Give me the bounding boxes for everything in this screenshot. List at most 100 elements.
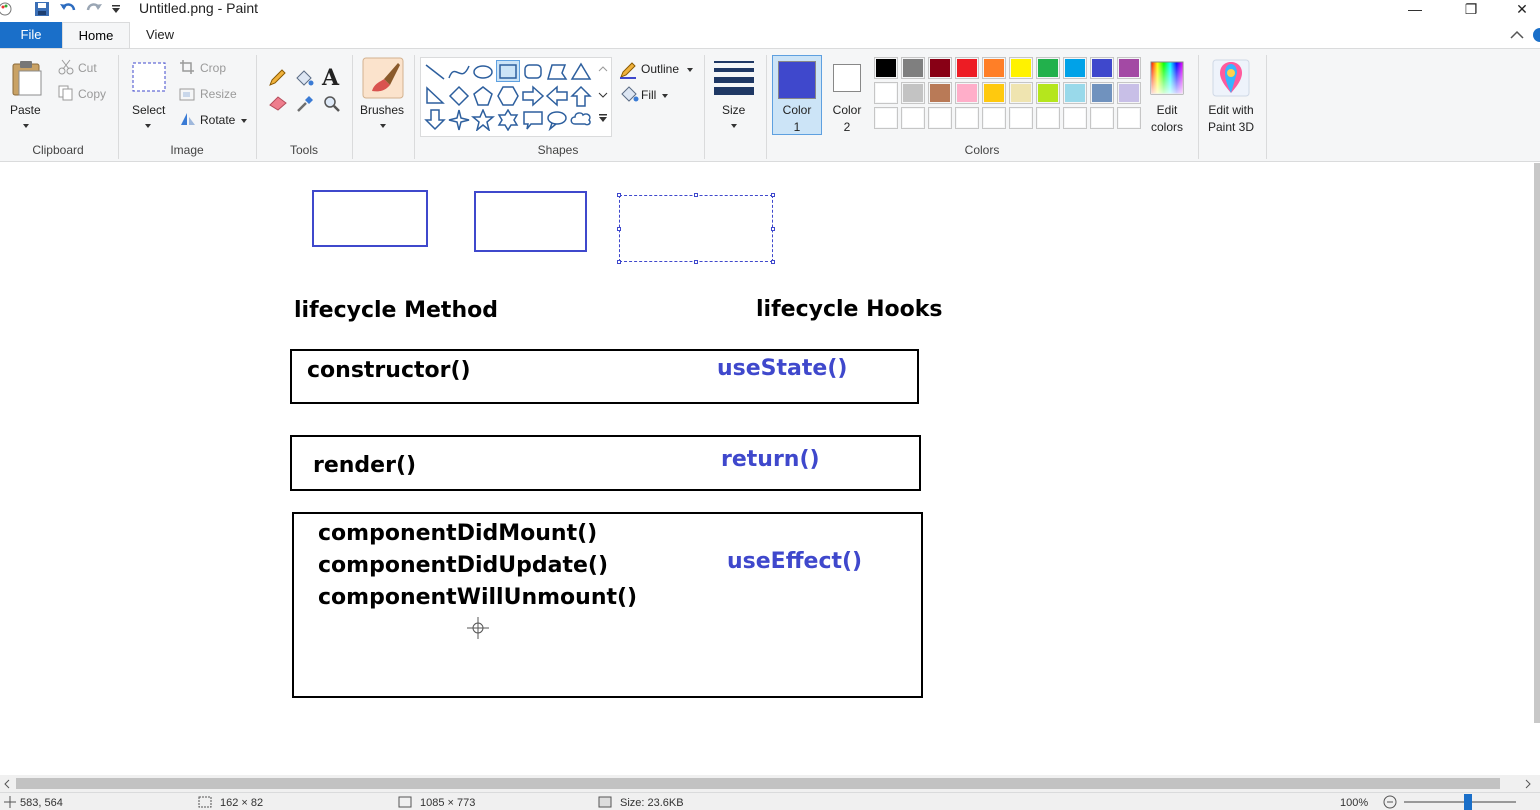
scroll-right-icon[interactable] bbox=[1524, 779, 1532, 789]
six-point-star-shape-icon[interactable] bbox=[496, 109, 520, 131]
redo-icon[interactable] bbox=[85, 1, 103, 17]
palette-swatch[interactable] bbox=[901, 57, 925, 79]
edit-colors-icon[interactable] bbox=[1150, 61, 1184, 95]
palette-swatch[interactable] bbox=[901, 82, 925, 104]
palette-swatch[interactable] bbox=[1117, 82, 1141, 104]
brushes-icon[interactable] bbox=[362, 57, 404, 99]
palette-swatch[interactable] bbox=[982, 107, 1006, 129]
fill-label[interactable]: Fill bbox=[641, 88, 656, 102]
zoom-out-icon[interactable] bbox=[1383, 795, 1397, 809]
right-arrow-shape-icon[interactable] bbox=[521, 85, 545, 107]
left-arrow-shape-icon[interactable] bbox=[545, 85, 569, 107]
undo-icon[interactable] bbox=[59, 1, 77, 17]
four-point-star-shape-icon[interactable] bbox=[447, 109, 471, 131]
palette-swatch[interactable] bbox=[928, 82, 952, 104]
selection-handle[interactable] bbox=[771, 227, 775, 231]
palette-swatch[interactable] bbox=[982, 57, 1006, 79]
pentagon-shape-icon[interactable] bbox=[471, 85, 495, 107]
crop-icon[interactable] bbox=[179, 59, 195, 75]
palette-swatch[interactable] bbox=[1036, 82, 1060, 104]
diamond-shape-icon[interactable] bbox=[447, 85, 471, 107]
curve-shape-icon[interactable] bbox=[447, 61, 471, 83]
horizontal-scrollbar[interactable] bbox=[0, 775, 1540, 792]
edit-colors-label-line1[interactable]: Edit bbox=[1140, 103, 1194, 117]
selection-handle[interactable] bbox=[617, 227, 621, 231]
palette-swatch[interactable] bbox=[928, 57, 952, 79]
cut-label[interactable]: Cut bbox=[78, 61, 97, 75]
zoom-slider-thumb[interactable] bbox=[1464, 794, 1472, 810]
collapse-ribbon-icon[interactable] bbox=[1510, 30, 1524, 40]
paste-dropdown-icon[interactable] bbox=[22, 123, 30, 129]
pencil-icon[interactable] bbox=[268, 69, 286, 87]
palette-swatch[interactable] bbox=[1117, 107, 1141, 129]
outline-dropdown-icon[interactable] bbox=[686, 67, 694, 73]
rounded-rectangle-shape-icon[interactable] bbox=[521, 61, 545, 83]
cut-icon[interactable] bbox=[58, 59, 74, 75]
selection-handle[interactable] bbox=[771, 193, 775, 197]
rotate-label[interactable]: Rotate bbox=[200, 113, 235, 127]
select-label[interactable]: Select bbox=[132, 103, 165, 117]
zoom-slider-track[interactable] bbox=[1404, 801, 1516, 803]
palette-swatch[interactable] bbox=[874, 57, 898, 79]
paint3d-icon[interactable] bbox=[1212, 59, 1250, 97]
help-icon[interactable] bbox=[1532, 27, 1540, 43]
palette-swatch[interactable] bbox=[1009, 107, 1033, 129]
select-dropdown-icon[interactable] bbox=[144, 123, 152, 129]
outline-icon[interactable] bbox=[619, 61, 637, 79]
down-arrow-shape-icon[interactable] bbox=[423, 109, 447, 131]
palette-swatch[interactable] bbox=[1009, 82, 1033, 104]
customize-toolbar-icon[interactable] bbox=[111, 4, 121, 14]
paste-label[interactable]: Paste bbox=[10, 103, 41, 117]
selected-rectangle[interactable] bbox=[619, 195, 773, 262]
size-dropdown-icon[interactable] bbox=[730, 123, 738, 129]
up-arrow-shape-icon[interactable] bbox=[569, 85, 593, 107]
right-triangle-shape-icon[interactable] bbox=[423, 85, 447, 107]
triangle-shape-icon[interactable] bbox=[569, 61, 593, 83]
hexagon-shape-icon[interactable] bbox=[496, 85, 520, 107]
selection-handle[interactable] bbox=[617, 260, 621, 264]
size-label[interactable]: Size bbox=[722, 103, 745, 117]
palette-swatch[interactable] bbox=[955, 57, 979, 79]
palette-swatch[interactable] bbox=[874, 107, 898, 129]
text-tool-icon[interactable]: A bbox=[322, 65, 339, 91]
eraser-icon[interactable] bbox=[268, 95, 288, 111]
palette-swatch[interactable] bbox=[1117, 57, 1141, 79]
copy-label[interactable]: Copy bbox=[78, 87, 106, 101]
palette-swatch[interactable] bbox=[1090, 57, 1114, 79]
palette-swatch[interactable] bbox=[1063, 107, 1087, 129]
scrollbar-thumb[interactable] bbox=[16, 778, 1500, 789]
color2-label[interactable]: Color bbox=[822, 103, 872, 117]
shapes-scroll-down-icon[interactable] bbox=[598, 91, 608, 99]
save-icon[interactable] bbox=[34, 1, 50, 17]
minimize-button[interactable]: — bbox=[1392, 0, 1438, 20]
palette-swatch[interactable] bbox=[982, 82, 1006, 104]
palette-swatch[interactable] bbox=[1063, 57, 1087, 79]
rotate-icon[interactable] bbox=[179, 111, 197, 127]
copy-icon[interactable] bbox=[58, 85, 74, 101]
five-point-star-shape-icon[interactable] bbox=[471, 109, 495, 131]
brushes-label[interactable]: Brushes bbox=[360, 103, 404, 117]
edit-colors-label-line2[interactable]: colors bbox=[1140, 120, 1194, 134]
polygon-shape-icon[interactable] bbox=[545, 61, 569, 83]
palette-swatch[interactable] bbox=[901, 107, 925, 129]
paint3d-label-line1[interactable]: Edit with bbox=[1202, 103, 1260, 117]
shapes-scroll-up-icon[interactable] bbox=[598, 65, 608, 73]
fill-bucket-icon[interactable] bbox=[294, 69, 314, 87]
size-icon[interactable] bbox=[714, 59, 754, 95]
color2-swatch[interactable] bbox=[833, 64, 861, 92]
palette-swatch[interactable] bbox=[955, 82, 979, 104]
oval-callout-shape-icon[interactable] bbox=[545, 109, 569, 131]
palette-swatch[interactable] bbox=[955, 107, 979, 129]
paste-icon[interactable] bbox=[10, 59, 44, 97]
palette-swatch[interactable] bbox=[1063, 82, 1087, 104]
palette-swatch[interactable] bbox=[928, 107, 952, 129]
restore-button[interactable]: ❐ bbox=[1448, 0, 1494, 20]
tab-home[interactable]: Home bbox=[62, 22, 130, 48]
rotate-dropdown-icon[interactable] bbox=[240, 118, 248, 124]
palette-swatch[interactable] bbox=[1090, 82, 1114, 104]
fill-icon[interactable] bbox=[619, 85, 639, 103]
resize-label[interactable]: Resize bbox=[200, 87, 237, 101]
vertical-scrollbar[interactable] bbox=[1534, 163, 1540, 723]
palette-swatch[interactable] bbox=[1036, 57, 1060, 79]
palette-swatch[interactable] bbox=[1090, 107, 1114, 129]
